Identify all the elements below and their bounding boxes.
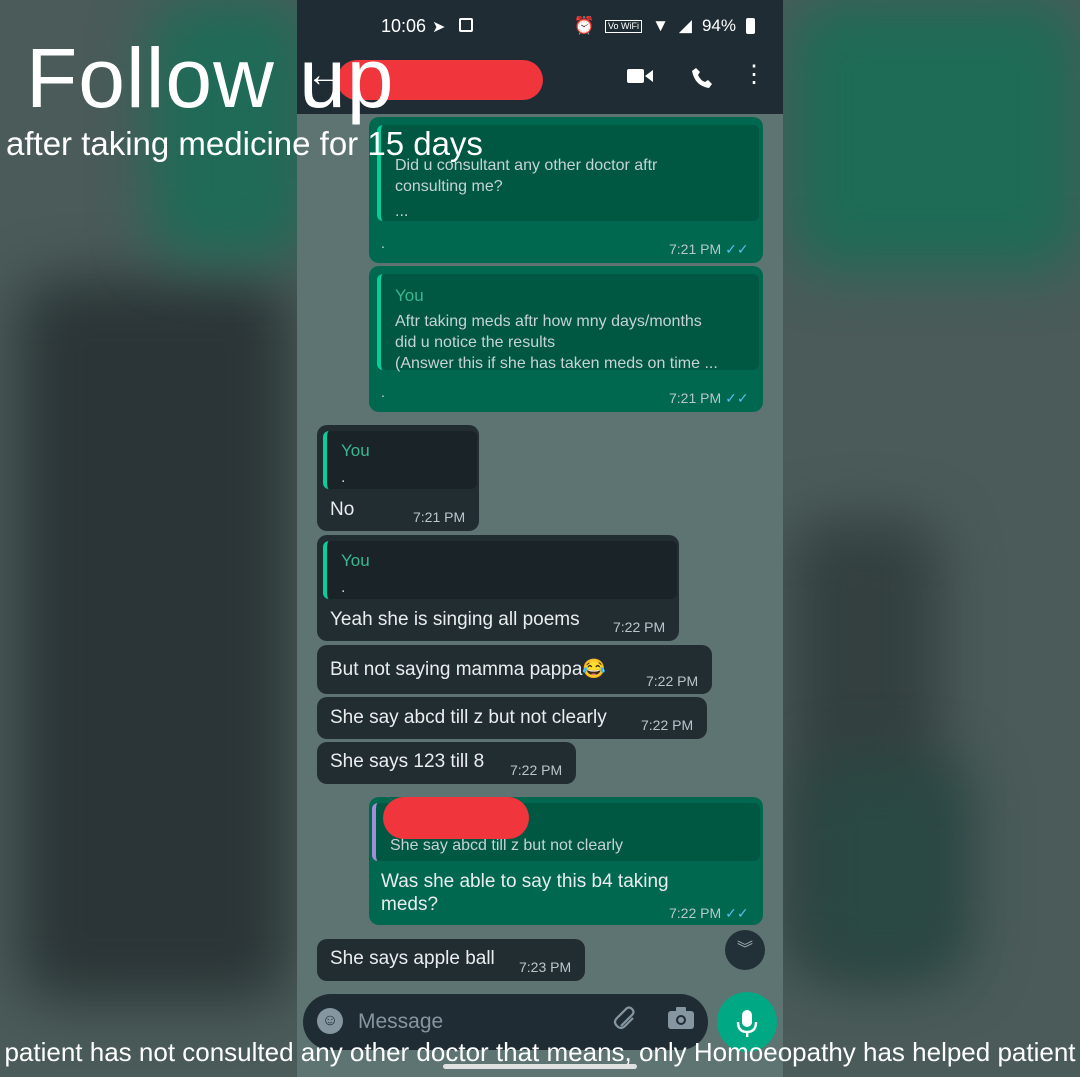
message-time: 7:22 PM ✓✓	[669, 905, 749, 922]
message-time: 7:21 PM ✓✓	[669, 241, 749, 258]
read-ticks-icon: ✓✓	[725, 241, 749, 257]
message-text: Yeah she is singing all poems	[330, 609, 580, 630]
blurred-background	[20, 280, 290, 1000]
message-text: No	[330, 499, 355, 520]
message-time: 7:22 PM	[613, 619, 666, 635]
message-time: 7:21 PM	[413, 509, 466, 525]
message-time: 7:23 PM	[519, 959, 572, 975]
battery-icon	[746, 18, 755, 34]
message-bubble-incoming[interactable]: But not saying mamma pappa😂 7:22 PM	[317, 645, 712, 694]
quoted-message[interactable]: You .	[323, 541, 677, 599]
phone-icon[interactable]	[685, 66, 719, 96]
message-time-text: 7:21 PM	[669, 241, 722, 257]
message-text: She say abcd till z but not clearly	[330, 707, 607, 728]
blurred-background	[800, 760, 970, 980]
message-text: .	[381, 384, 385, 400]
quoted-text: did u notice the results	[395, 334, 556, 351]
quoted-message[interactable]: You .	[323, 431, 477, 489]
message-text: She says apple ball	[330, 948, 495, 969]
message-text: But not saying mamma pappa😂	[330, 659, 607, 680]
emoji-icon[interactable]: ☺	[317, 1008, 343, 1034]
blurred-background	[790, 0, 1080, 270]
quoted-text: .	[341, 579, 346, 596]
quoted-sender: You	[395, 286, 424, 305]
camera-icon[interactable]	[667, 1006, 695, 1037]
wifi-icon: ▼	[652, 16, 669, 35]
message-bubble-incoming[interactable]: She say abcd till z but not clearly 7:22…	[317, 697, 707, 739]
overlay-footer-caption: patient has not consulted any other doct…	[4, 1037, 1076, 1067]
telegram-send-icon: ➤	[432, 19, 446, 36]
quoted-sender: You	[341, 551, 370, 570]
message-text: She says 123 till 8	[330, 751, 485, 772]
more-vert-icon[interactable]: ⋮	[737, 63, 771, 87]
battery-level: 94%	[701, 16, 736, 35]
redacted-quoted-sender	[383, 797, 529, 839]
message-time: 7:22 PM	[641, 717, 694, 733]
message-time: 7:21 PM ✓✓	[669, 390, 749, 407]
read-ticks-icon: ✓✓	[725, 390, 749, 406]
chevron-double-down-icon: ︾	[736, 941, 753, 958]
message-text: .	[381, 235, 385, 251]
overlay-subtitle: after taking medicine for 15 days	[6, 125, 483, 162]
message-time: 7:22 PM	[510, 762, 563, 778]
quoted-text: (Answer this if she has taken meds on ti…	[395, 355, 718, 372]
quoted-text: .	[341, 469, 346, 486]
image-icon	[459, 18, 473, 32]
message-text: meds?	[381, 894, 439, 915]
vowifi-icon: Vo WiFi	[605, 19, 643, 33]
quoted-text: Aftr taking meds aftr how mny days/month…	[395, 313, 702, 330]
scroll-to-bottom-button[interactable]: ︾	[725, 930, 765, 970]
alarm-icon: ⏰	[573, 16, 596, 35]
message-text: Was she able to say this b4 taking	[381, 871, 669, 892]
signal-icon: ◢	[678, 16, 692, 35]
read-ticks-icon: ✓✓	[725, 905, 749, 921]
message-input[interactable]: Message	[358, 1010, 443, 1034]
message-time-text: 7:22 PM	[669, 905, 722, 921]
message-time-text: 7:21 PM	[669, 390, 722, 406]
message-bubble-outgoing[interactable]: You Aftr taking meds aftr how mny days/m…	[369, 266, 763, 412]
message-bubble-outgoing[interactable]: She say abcd till z but not clearly Was …	[369, 797, 763, 925]
quoted-ellipsis: ...	[395, 203, 409, 220]
overlay-title: Follow up	[26, 31, 395, 125]
message-bubble-incoming[interactable]: She says 123 till 8 7:22 PM	[317, 742, 576, 784]
message-bubble-incoming[interactable]: You . No 7:21 PM	[317, 425, 479, 531]
quoted-message[interactable]: You Aftr taking meds aftr how mny days/m…	[377, 274, 759, 372]
message-bubble-incoming[interactable]: She says apple ball 7:23 PM	[317, 939, 585, 981]
quoted-sender: You	[341, 441, 370, 460]
message-bubble-incoming[interactable]: You . Yeah she is singing all poems 7:22…	[317, 535, 679, 641]
message-time: 7:22 PM	[646, 673, 699, 689]
video-call-icon[interactable]	[623, 66, 657, 92]
